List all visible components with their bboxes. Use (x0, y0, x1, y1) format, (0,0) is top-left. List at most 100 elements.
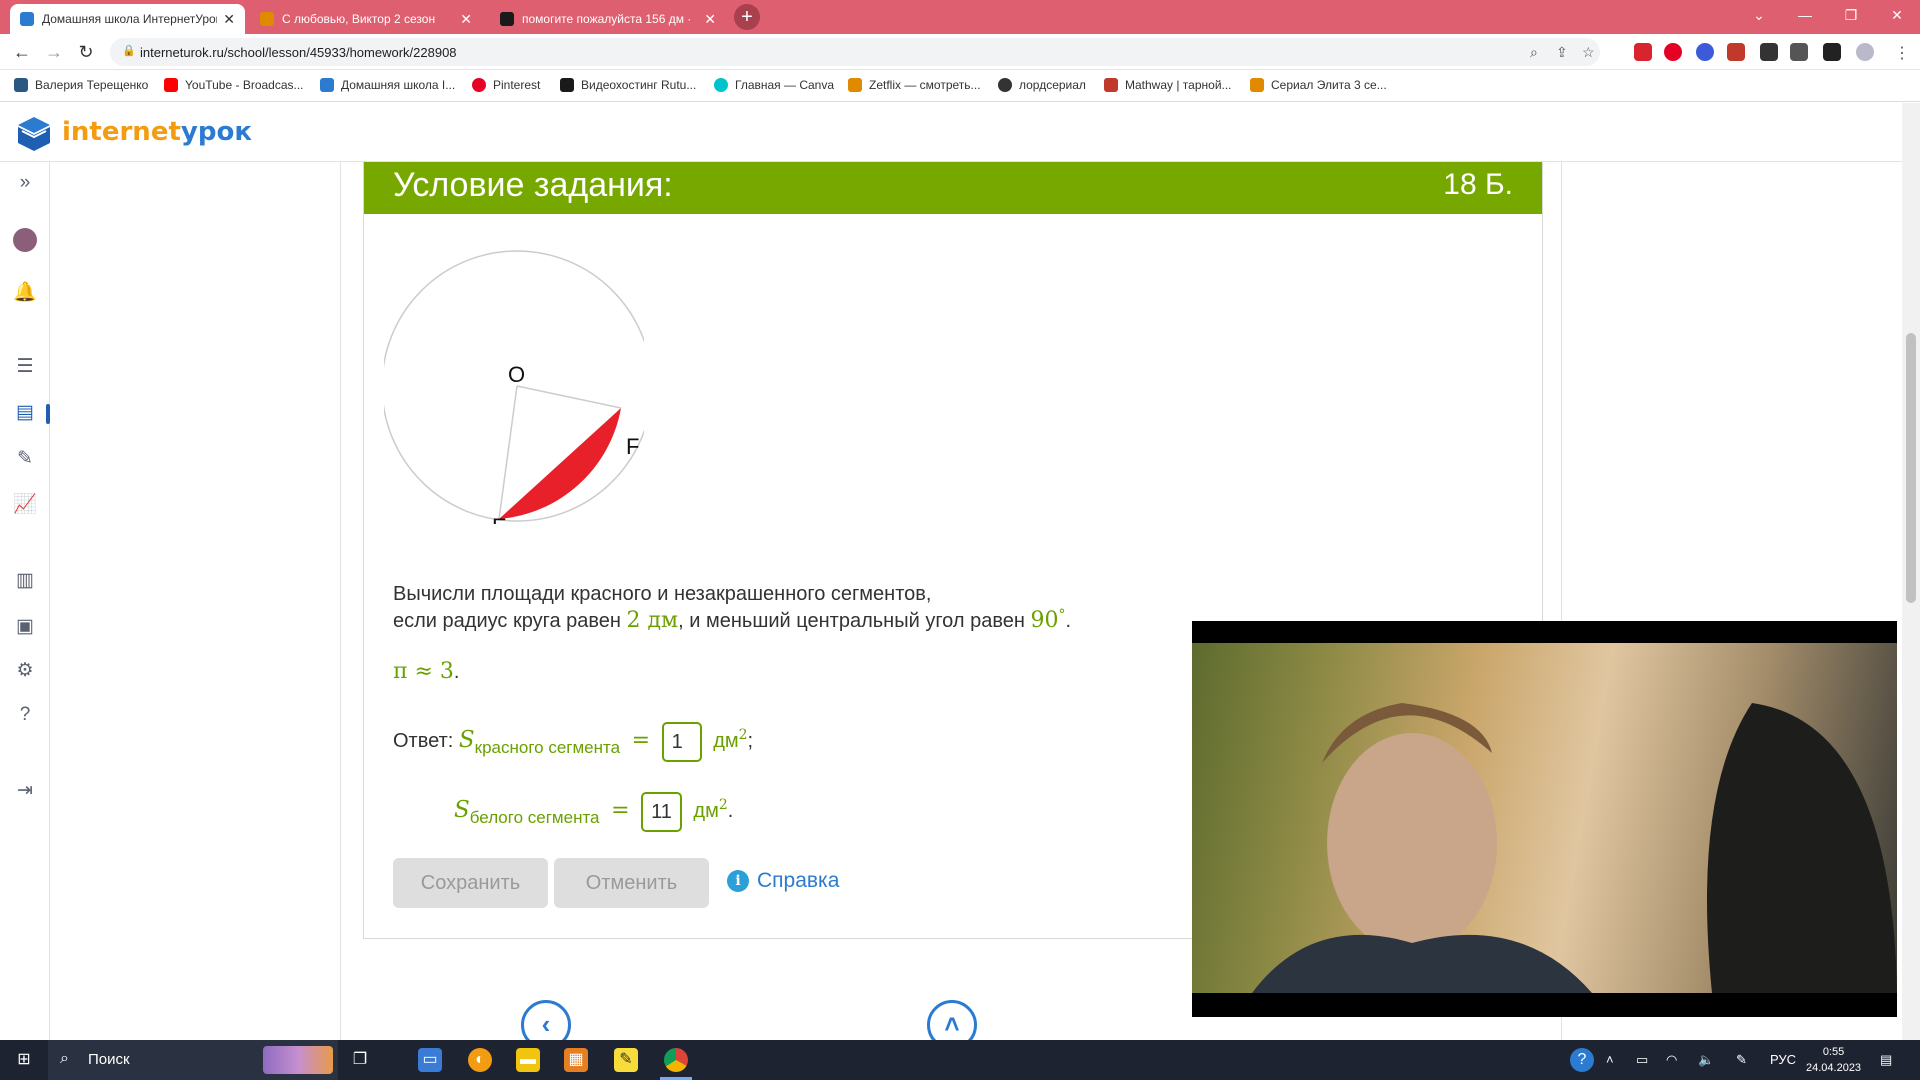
bookmark-item[interactable]: YouTube - Broadcas... (164, 78, 304, 92)
pi-value: π ≈ 3 (393, 659, 454, 684)
white-segment-subscript: белого сегмента (469, 808, 600, 827)
browser-tab-bar: Домашняя школа ИнтернетУрок ✕ С любовью,… (0, 0, 1920, 34)
tray-chevron-icon[interactable]: ˄ (1606, 1052, 1614, 1067)
book-logo-icon[interactable] (14, 113, 54, 153)
windows-start-icon[interactable]: ⊞ (12, 1048, 36, 1072)
bookmark-item[interactable]: лордсериал (998, 78, 1086, 92)
profile-avatar-icon[interactable] (1856, 43, 1874, 61)
list-icon[interactable]: ☰ (12, 354, 38, 380)
store-icon[interactable]: ▦ (564, 1048, 588, 1072)
stats-chart-icon[interactable]: 📈 (12, 492, 38, 518)
bookmark-item[interactable]: Zetflix — смотреть... (848, 78, 981, 92)
bell-icon[interactable]: 🔔 (12, 280, 38, 306)
bookmark-item[interactable]: Pinterest (472, 78, 540, 92)
bookmark-item[interactable]: Главная — Canva (714, 78, 834, 92)
expand-chevrons-icon[interactable]: » (12, 170, 38, 196)
volume-icon[interactable]: 🔈 (1698, 1052, 1714, 1068)
logout-icon[interactable]: ⇥ (12, 778, 38, 804)
user-avatar-icon[interactable] (12, 228, 38, 254)
search-highlight-image (263, 1046, 333, 1074)
site-logo[interactable]: internetурок (62, 117, 252, 147)
file-explorer-icon[interactable]: ▬ (516, 1048, 540, 1072)
notes-icon[interactable]: ✎ (12, 446, 38, 472)
briefcase-icon[interactable]: ▣ (12, 614, 38, 640)
red-segment-area-input[interactable]: 1 (661, 721, 702, 762)
label-e: E (492, 514, 507, 524)
task-view-icon[interactable]: ❐ (348, 1048, 372, 1072)
tray-display-icon[interactable]: ▭ (1636, 1052, 1648, 1068)
tab-series[interactable]: С любовью, Виктор 2 сезон ✕ (250, 4, 482, 34)
help-question-icon[interactable]: ? (12, 702, 38, 728)
language-indicator[interactable]: РУС (1770, 1052, 1796, 1067)
maximize-button[interactable]: ❐ (1828, 0, 1874, 30)
label-f: F (626, 434, 639, 459)
q2-part-a: если радиус круга равен (393, 610, 627, 632)
bookmark-item[interactable]: Валерия Терещенко (14, 78, 148, 92)
tab-interneturok[interactable]: Домашняя школа ИнтернетУрок ✕ (10, 4, 245, 34)
abp-extension-icon[interactable] (1634, 43, 1652, 61)
info-icon: i (727, 870, 749, 892)
new-tab-button[interactable]: + (734, 4, 760, 30)
bookmark-label: Pinterest (493, 78, 541, 92)
reload-icon[interactable]: ↻ (74, 40, 98, 64)
scrollbar-thumb[interactable] (1906, 333, 1916, 603)
white-row-end: . (727, 800, 734, 822)
side-panel-icon[interactable] (1823, 43, 1841, 61)
pen-icon[interactable]: ✎ (1736, 1052, 1747, 1068)
minimize-button[interactable]: — (1782, 0, 1828, 30)
sticky-notes-icon[interactable]: ✎ (614, 1048, 638, 1072)
help-link[interactable]: i Справка (727, 869, 839, 893)
settings-gear-icon[interactable]: ⚙ (12, 658, 38, 684)
bookmark-item[interactable]: Домашняя школа I... (320, 78, 455, 92)
help-tray-icon[interactable]: ? (1570, 1048, 1594, 1072)
red-segment (499, 408, 621, 519)
address-bar[interactable]: 🔒 interneturok.ru/school/lesson/45933/ho… (110, 38, 1600, 66)
taskbar-app-icon[interactable]: ▭ (418, 1048, 442, 1072)
menu-kebab-icon[interactable]: ⋮ (1894, 43, 1910, 63)
close-window-button[interactable]: ✕ (1874, 0, 1920, 30)
close-tab-icon[interactable]: ✕ (223, 11, 235, 28)
chrome-icon[interactable] (664, 1048, 688, 1072)
circle-segment-diagram: O F E (384, 250, 644, 524)
pi-approx: π ≈ 3. (393, 659, 459, 684)
interneturok-icon (320, 78, 334, 92)
bookmark-item[interactable]: Mathway | тарной... (1104, 78, 1232, 92)
active-item-indicator (46, 404, 50, 424)
bookmark-item[interactable]: Видеохостинг Rutu... (560, 78, 696, 92)
angle-value: 90 (1030, 608, 1059, 633)
bookmark-item[interactable]: Сериал Элита 3 се... (1250, 78, 1387, 92)
search-icon: ⌕ (60, 1050, 69, 1067)
share-icon[interactable]: ⇪ (1556, 44, 1568, 61)
extensions-puzzle-icon[interactable] (1760, 43, 1778, 61)
notifications-icon[interactable]: ▤ (1880, 1052, 1892, 1068)
bookmark-star-icon[interactable]: ☆ (1582, 44, 1595, 61)
close-tab-icon[interactable]: ✕ (704, 11, 716, 28)
media-controls-icon[interactable] (1790, 43, 1808, 61)
vpn-extension-icon[interactable] (1696, 43, 1714, 61)
tab-search-icon[interactable]: ⌄ (1736, 0, 1782, 30)
close-tab-icon[interactable]: ✕ (460, 11, 472, 28)
mathway-icon (1104, 78, 1118, 92)
homework-icon[interactable]: ▤ (12, 400, 38, 426)
answer-row-red: Ответ: Sкрасного сегмента = 1 дм2; (393, 713, 753, 770)
picture-in-picture-video[interactable] (1192, 621, 1897, 1017)
forward-arrow-icon[interactable]: → (42, 40, 66, 64)
journal-icon[interactable]: ▥ (12, 568, 38, 594)
cancel-button[interactable]: Отменить (554, 858, 709, 908)
page-scrollbar[interactable] (1902, 103, 1920, 1040)
taskbar-search[interactable]: ⌕ Поиск (48, 1040, 338, 1080)
wifi-icon[interactable]: ◠ (1666, 1052, 1677, 1068)
search-label: Поиск (88, 1051, 130, 1068)
pinterest-extension-icon[interactable] (1664, 43, 1682, 61)
clock[interactable]: 0:55 24.04.2023 (1806, 1044, 1861, 1076)
yandex-browser-icon[interactable]: ◐ (468, 1048, 492, 1072)
bookmark-label: Zetflix — смотреть... (869, 78, 981, 92)
save-button[interactable]: Сохранить (393, 858, 548, 908)
zoom-icon[interactable]: ⌕ (1530, 44, 1538, 61)
task-title: Условие задания: (393, 166, 673, 204)
tab-znanija[interactable]: помогите пожалуйста 156 дм · ✕ (490, 4, 726, 34)
off-extension-icon[interactable] (1727, 43, 1745, 61)
white-segment-area-input[interactable]: 11 (641, 791, 682, 832)
unit-power: 2 (738, 727, 748, 743)
back-arrow-icon[interactable]: ← (10, 40, 34, 64)
